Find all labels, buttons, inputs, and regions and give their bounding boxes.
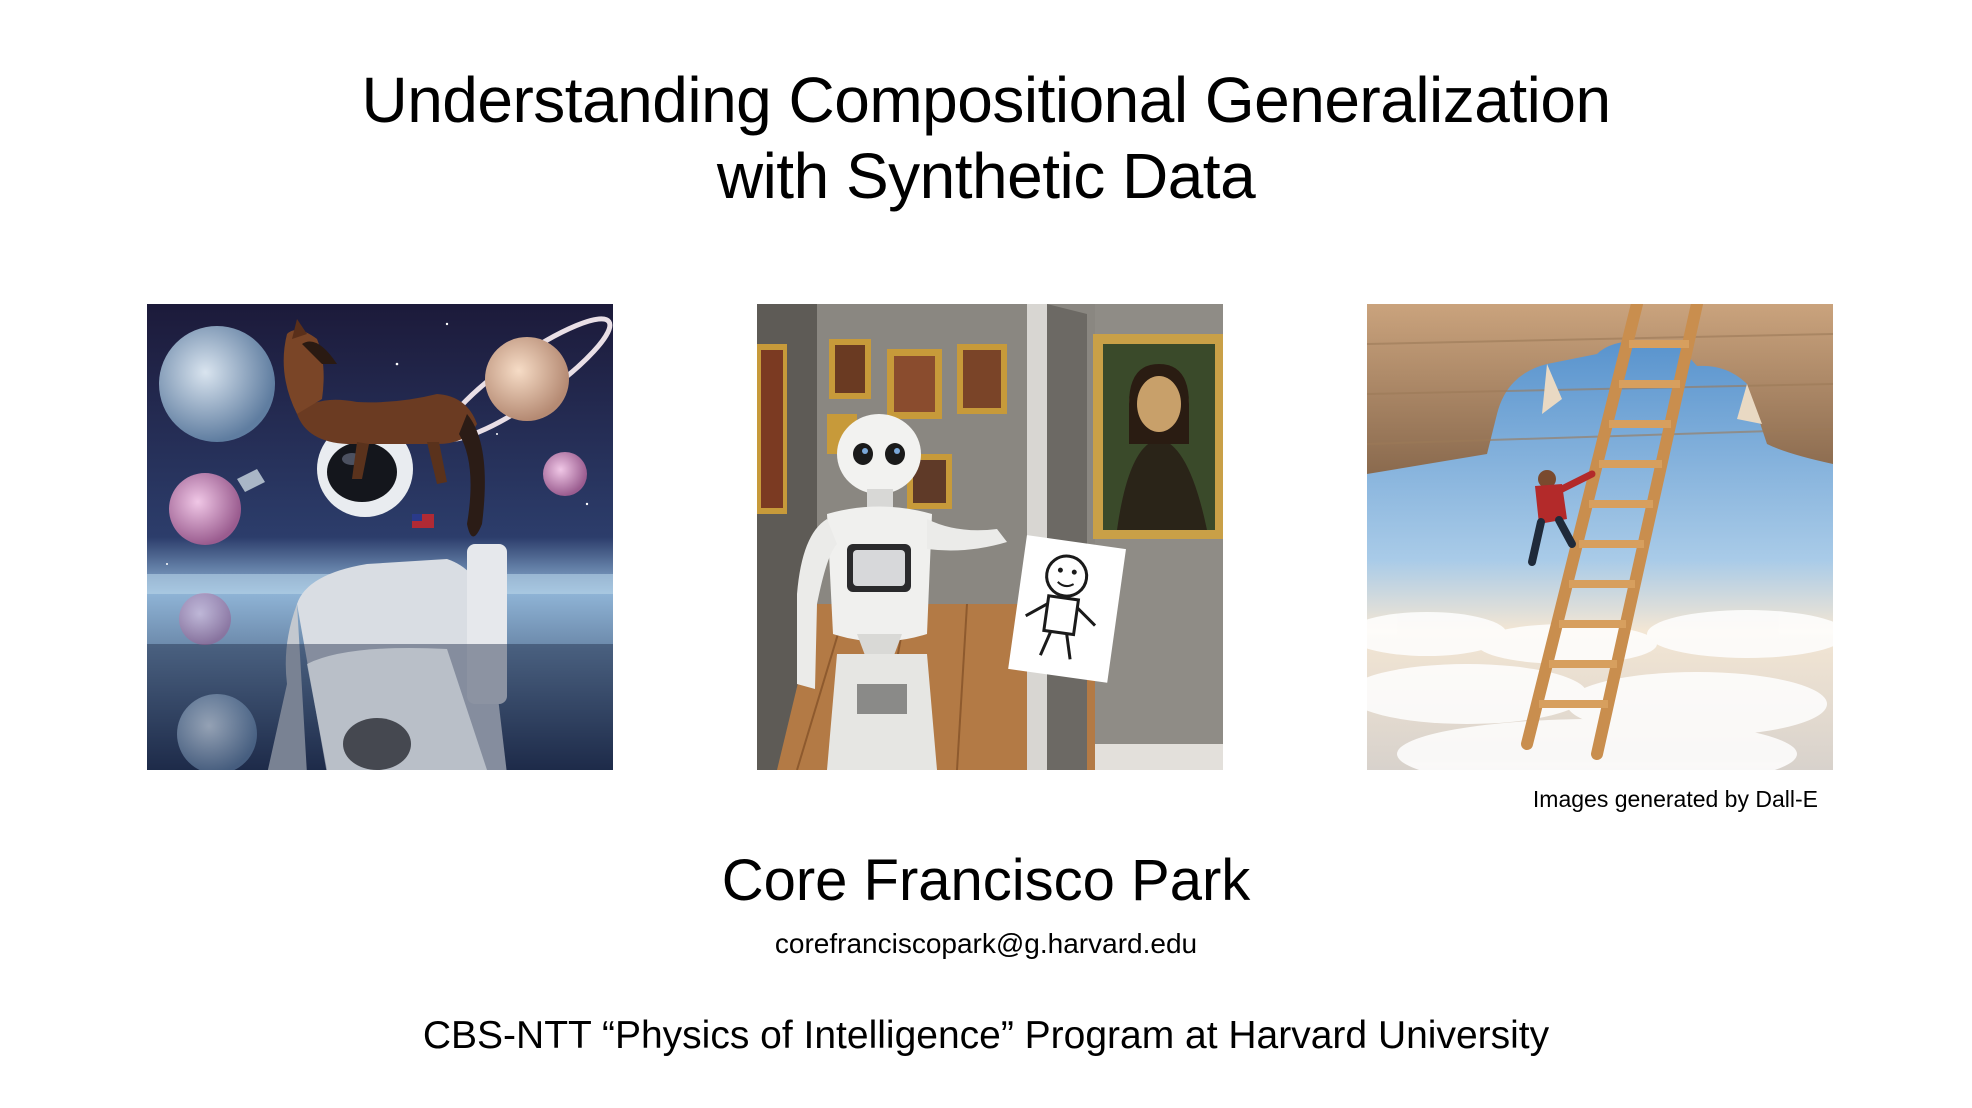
slide-title: Understanding Compositional Generalizati… <box>0 62 1972 214</box>
ladder-sky-image <box>1367 304 1833 770</box>
astronaut-horse-image <box>147 304 613 770</box>
image-credit: Images generated by Dall-E <box>1532 786 1818 812</box>
title-line-2: with Synthetic Data <box>716 140 1256 212</box>
author-email: corefranciscopark@g.harvard.edu <box>774 928 1198 959</box>
title-line-1: Understanding Compositional Generalizati… <box>361 64 1611 136</box>
author-name: Core Francisco Park <box>721 848 1251 913</box>
robot-gallery-image <box>757 304 1223 770</box>
program-affiliation: CBS-NTT “Physics of Intelligence” Progra… <box>422 1014 1550 1057</box>
